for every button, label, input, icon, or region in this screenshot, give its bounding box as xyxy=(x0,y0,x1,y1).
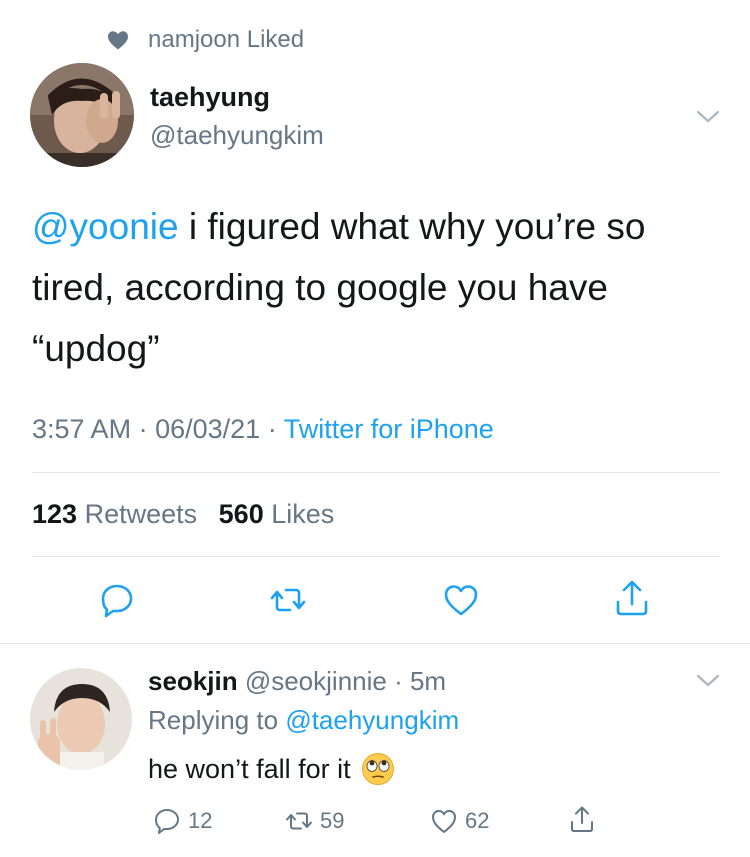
tweet-metadata: 3:57 AM · 06/03/21 · Twitter for iPhone xyxy=(32,414,494,444)
likes-stat[interactable]: 560 Likes xyxy=(219,499,335,529)
retweet-count: 59 xyxy=(320,808,345,833)
reply-body: he won’t fall for it xyxy=(148,753,351,784)
share-icon[interactable] xyxy=(612,578,652,618)
profile-photo xyxy=(30,63,134,167)
avatar[interactable] xyxy=(30,668,132,770)
replying-prefix: Replying to xyxy=(148,705,279,735)
user-handle[interactable]: @seokjinnie xyxy=(245,666,387,696)
chevron-down-icon[interactable] xyxy=(695,108,721,126)
divider xyxy=(0,643,750,644)
like-count: 62 xyxy=(465,808,490,833)
tweet-text: @yoonie i figured what why you’re so tir… xyxy=(32,196,722,379)
retweet-count: 123 xyxy=(32,499,78,529)
share-icon xyxy=(571,806,593,832)
retweet-button[interactable]: 59 xyxy=(284,806,344,836)
profile-photo xyxy=(30,668,132,770)
rolling-eyes-emoji-icon xyxy=(361,753,394,785)
retweet-icon[interactable] xyxy=(268,580,308,620)
chevron-down-icon[interactable] xyxy=(695,672,721,690)
social-context: namjoon Liked xyxy=(106,26,304,54)
reply-icon[interactable] xyxy=(97,580,137,620)
reply-header: seokjin @seokjinnie · 5m xyxy=(148,666,447,696)
divider xyxy=(32,472,720,473)
like-button[interactable]: 62 xyxy=(429,806,489,836)
heart-icon xyxy=(108,31,128,50)
retweet-icon xyxy=(286,812,312,830)
reply-icon xyxy=(155,809,179,834)
avatar[interactable] xyxy=(30,63,134,167)
reply-text: he won’t fall for it xyxy=(148,752,395,786)
tweet-time: 3:57 AM xyxy=(32,414,132,444)
like-label: Likes xyxy=(271,499,335,529)
like-count: 560 xyxy=(218,499,264,529)
display-name[interactable]: taehyung xyxy=(150,82,270,113)
tweet-source-link[interactable]: Twitter for iPhone xyxy=(284,414,494,444)
display-name[interactable]: seokjin xyxy=(148,666,238,696)
user-handle[interactable]: @taehyungkim xyxy=(150,120,324,151)
tweet-date: 06/03/21 xyxy=(155,414,261,444)
like-icon[interactable] xyxy=(441,580,481,620)
retweet-label: Retweets xyxy=(84,499,198,529)
reply-button[interactable]: 12 xyxy=(152,806,212,836)
divider xyxy=(32,556,720,557)
tweet-age: 5m xyxy=(409,666,447,696)
share-button[interactable] xyxy=(567,804,603,834)
replying-to: Replying to @taehyungkim xyxy=(148,705,459,736)
retweets-stat[interactable]: 123 Retweets xyxy=(32,499,197,529)
reply-count: 12 xyxy=(188,808,213,833)
tweet-stats: 123 Retweets 560 Likes xyxy=(32,499,334,530)
like-icon xyxy=(432,810,456,833)
social-context-text: namjoon Liked xyxy=(148,26,305,53)
replying-to-link[interactable]: @taehyungkim xyxy=(285,705,459,735)
mention-link[interactable]: @yoonie xyxy=(32,206,179,247)
